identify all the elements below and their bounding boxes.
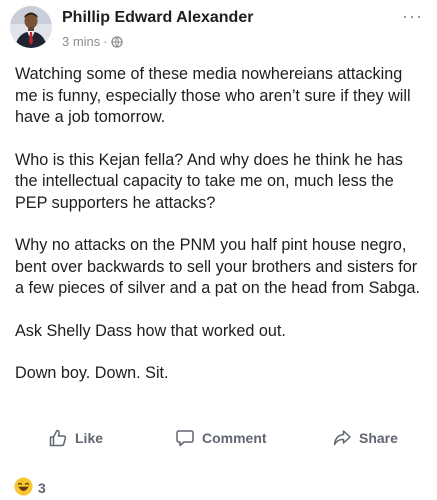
like-label: Like (75, 430, 104, 446)
avatar-photo (10, 6, 52, 48)
avatar[interactable] (10, 6, 52, 48)
post-paragraph: Watching some of these media nowhereians… (15, 65, 411, 126)
author-name[interactable]: Phillip Edward Alexander (62, 9, 253, 27)
reactions-summary[interactable]: 3 (14, 477, 46, 499)
comment-bubble-icon (175, 428, 195, 448)
post-body: Watching some of these media nowhereians… (15, 64, 425, 406)
post-actions-bar: Like Comment Share (0, 428, 437, 456)
more-options-icon[interactable]: ··· (402, 6, 423, 27)
share-label: Share (359, 430, 398, 446)
comment-label: Comment (202, 430, 267, 446)
comment-button[interactable]: Comment (175, 428, 267, 448)
post-paragraph: Why no attacks on the PNM you half pint … (15, 236, 420, 297)
post-meta: 3 mins · (62, 34, 123, 49)
post-timestamp[interactable]: 3 mins (62, 34, 100, 49)
laughing-emoji-icon (14, 477, 33, 499)
thumbs-up-icon (48, 428, 68, 448)
like-button[interactable]: Like (48, 428, 103, 448)
share-button[interactable]: Share (332, 428, 398, 448)
facebook-post: Phillip Edward Alexander 3 mins · ··· Wa… (0, 0, 437, 500)
reaction-count: 3 (38, 480, 46, 496)
post-paragraph: Ask Shelly Dass how that worked out. (15, 321, 286, 340)
post-paragraph: Down boy. Down. Sit. (15, 364, 169, 382)
share-arrow-icon (332, 428, 352, 448)
globe-icon (110, 35, 123, 48)
meta-separator: · (103, 34, 108, 49)
post-paragraph: Who is this Kejan fella? And why does he… (15, 150, 403, 212)
